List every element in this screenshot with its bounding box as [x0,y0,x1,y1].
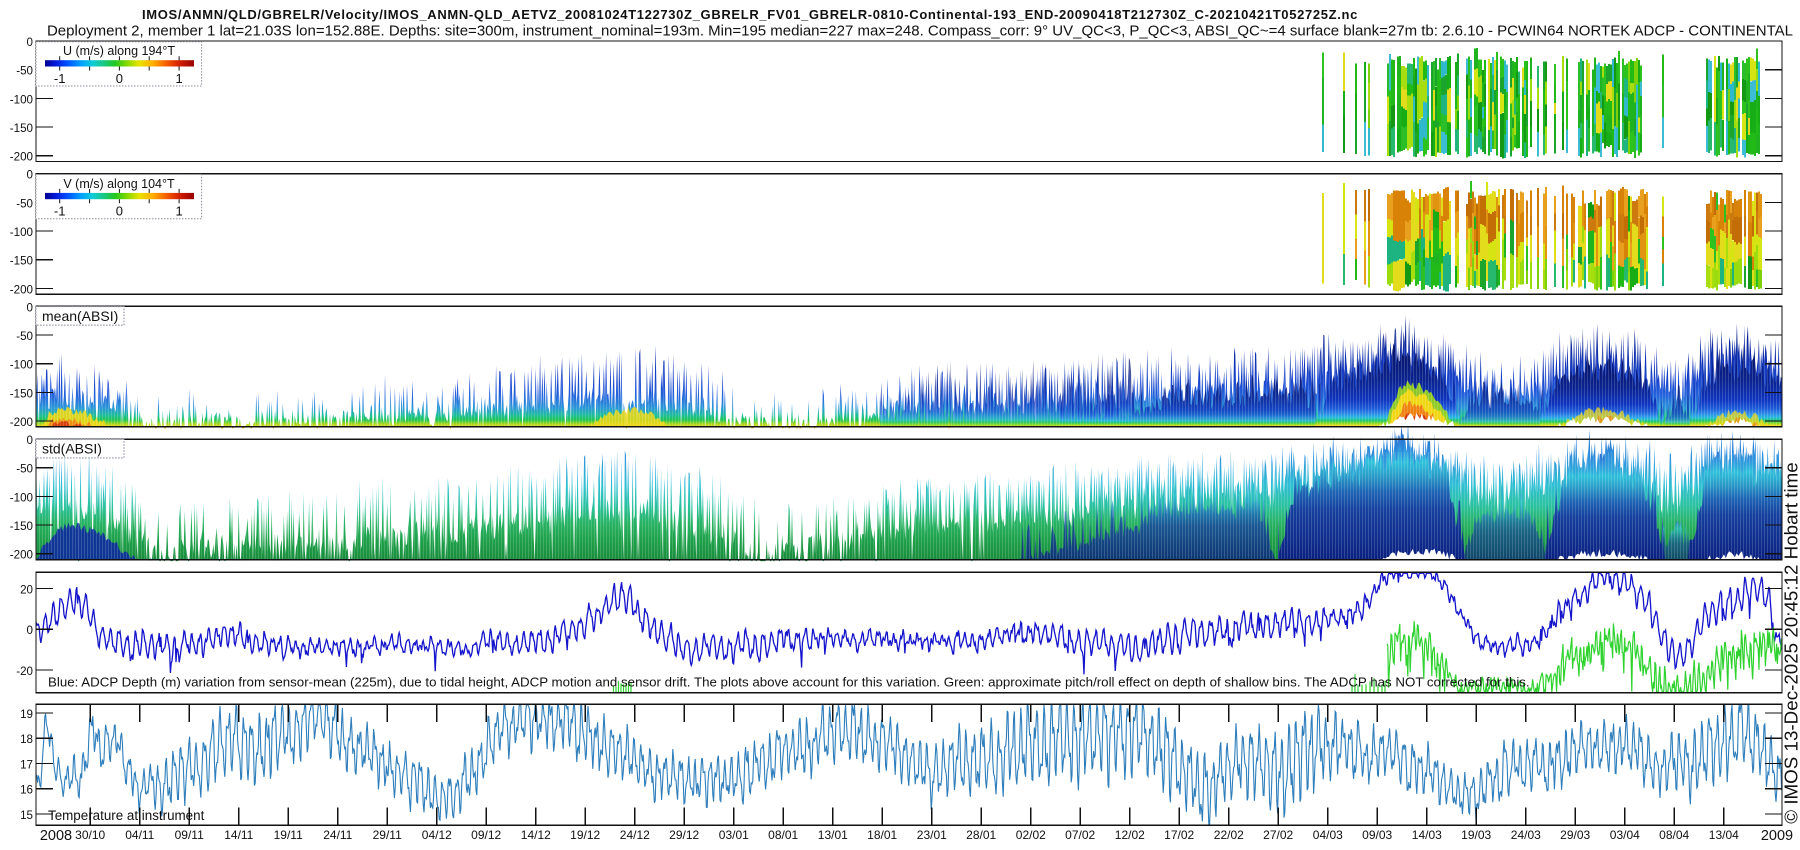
svg-text:19/12: 19/12 [570,828,600,842]
svg-text:V (m/s) along 104°T: V (m/s) along 104°T [63,177,175,191]
svg-text:0: 0 [27,624,33,637]
svg-text:30/10: 30/10 [75,828,105,842]
svg-text:mean(ABSI): mean(ABSI) [42,308,118,324]
svg-text:-100: -100 [10,93,33,106]
svg-text:29/11: 29/11 [373,828,402,842]
svg-text:04/12: 04/12 [422,828,452,842]
svg-text:1: 1 [175,71,182,86]
svg-text:Blue: ADCP Depth (m) variation: Blue: ADCP Depth (m) variation from sens… [48,675,1530,690]
svg-text:-200: -200 [10,549,33,562]
svg-text:-100: -100 [10,359,33,372]
svg-text:0: 0 [27,434,33,447]
svg-text:17/02: 17/02 [1164,828,1194,842]
svg-text:-100: -100 [10,491,33,504]
svg-text:28/01: 28/01 [966,828,996,842]
svg-text:-1: -1 [54,71,66,86]
svg-text:IMOS/ANMN/QLD/GBRELR/Velocity/: IMOS/ANMN/QLD/GBRELR/Velocity/IMOS_ANMN-… [142,7,1358,22]
svg-text:0: 0 [27,169,33,182]
svg-text:18: 18 [20,733,33,746]
svg-text:0: 0 [116,204,123,219]
svg-text:-50: -50 [16,330,33,343]
svg-text:-200: -200 [10,151,33,164]
svg-text:-1: -1 [54,204,66,219]
svg-text:04/03: 04/03 [1313,828,1343,842]
svg-text:24/11: 24/11 [323,828,352,842]
svg-text:12/02: 12/02 [1115,828,1145,842]
svg-text:09/12: 09/12 [471,828,501,842]
svg-text:19/03: 19/03 [1461,828,1491,842]
svg-text:2009: 2009 [1761,828,1793,844]
svg-text:-100: -100 [10,226,33,239]
svg-text:19/11: 19/11 [274,828,303,842]
svg-text:20: 20 [20,583,33,596]
svg-text:13/01: 13/01 [818,828,848,842]
svg-text:07/02: 07/02 [1065,828,1095,842]
svg-text:14/12: 14/12 [521,828,551,842]
svg-text:29/12: 29/12 [669,828,699,842]
svg-text:13/04: 13/04 [1709,828,1739,842]
svg-text:-20: -20 [16,665,33,678]
svg-text:19: 19 [20,708,33,721]
svg-text:0: 0 [27,36,33,49]
svg-text:03/04: 03/04 [1610,828,1640,842]
svg-text:© IMOS 13-Dec-2025 20:45:12 Ho: © IMOS 13-Dec-2025 20:45:12 Hobart time [1781,462,1800,823]
svg-text:U (m/s) along 194°T: U (m/s) along 194°T [63,44,175,58]
svg-text:23/01: 23/01 [917,828,947,842]
svg-text:14/11: 14/11 [224,828,253,842]
svg-text:std(ABSI): std(ABSI) [42,441,102,457]
svg-text:0: 0 [27,301,33,314]
svg-text:2008: 2008 [40,828,72,844]
svg-text:08/01: 08/01 [768,828,798,842]
svg-text:17: 17 [20,758,33,771]
svg-text:09/11: 09/11 [175,828,204,842]
svg-text:-150: -150 [10,520,33,533]
svg-text:Deployment 2, member 1 lat=21.: Deployment 2, member 1 lat=21.03S lon=15… [47,23,1793,40]
svg-text:04/11: 04/11 [125,828,154,842]
svg-text:-50: -50 [16,463,33,476]
svg-text:-50: -50 [16,65,33,78]
svg-text:16: 16 [20,784,33,797]
svg-text:-200: -200 [10,416,33,429]
svg-text:-200: -200 [10,283,33,296]
svg-text:29/03: 29/03 [1560,828,1590,842]
svg-text:09/03: 09/03 [1362,828,1392,842]
svg-text:03/01: 03/01 [719,828,749,842]
svg-text:1: 1 [175,204,182,219]
svg-text:0: 0 [116,71,123,86]
svg-text:Temperature at instrument: Temperature at instrument [48,808,205,823]
svg-text:02/02: 02/02 [1016,828,1046,842]
svg-text:14/03: 14/03 [1412,828,1442,842]
svg-text:27/02: 27/02 [1263,828,1293,842]
svg-text:15: 15 [20,809,33,822]
svg-text:-150: -150 [10,387,33,400]
svg-text:18/01: 18/01 [867,828,897,842]
svg-text:-150: -150 [10,255,33,268]
svg-text:22/02: 22/02 [1214,828,1244,842]
svg-text:24/03: 24/03 [1511,828,1541,842]
svg-text:24/12: 24/12 [620,828,650,842]
svg-text:-50: -50 [16,197,33,210]
svg-text:08/04: 08/04 [1659,828,1689,842]
svg-text:-150: -150 [10,122,33,135]
